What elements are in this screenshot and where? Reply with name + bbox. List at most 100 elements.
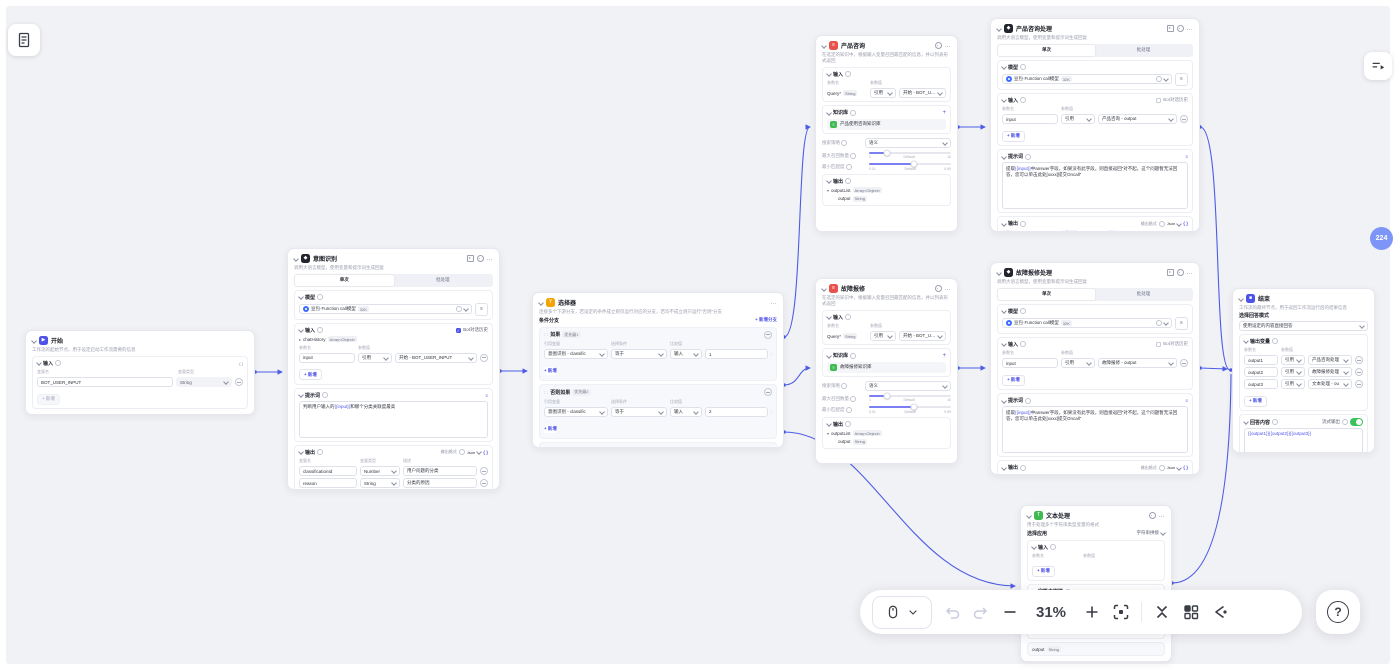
prompt-textarea[interactable]: 提取{{input}}中answer字段，如果没有此字段，则直接返回“对不起，这… [1002,406,1188,453]
cond-select[interactable]: 等于 [611,349,667,359]
bot-history-checkbox[interactable]: ✓ [456,328,462,334]
node-panel-icon[interactable] [1182,603,1200,621]
remove-row-icon[interactable] [1355,380,1363,388]
remove-branch-icon[interactable] [764,388,772,396]
node-product-kb[interactable]: ≡ 产品咨询 … 在选定的知识中，根据输入变量召回最匹配的信息，并以列表形式返回… [815,35,958,232]
output-type-select[interactable]: Number [360,466,400,476]
prompt-library-icon[interactable]: ≡ [485,393,488,398]
zoom-in-icon[interactable] [1083,603,1101,621]
node-start[interactable]: ▶ 开始 工作流的起始节点，用于设定启动工作流需要的信息 输入 { } 变量名 … [25,330,255,415]
collapse-all-icon[interactable] [1153,603,1171,621]
node-fault-kb[interactable]: ≡ 故障报修 … 在选定的知识中，根据输入变量召回最匹配的信息，并以列表形式返回… [815,278,958,464]
node-text-proc[interactable]: T 文本处理 … 用于处理多个字符串类型变量的格式 选择应用 字符串拼接 输入 … [1020,505,1172,662]
var-type-select[interactable]: String [176,377,232,387]
ref-value-select[interactable]: 开始 - BOT_USER [899,331,946,341]
more-icon[interactable]: … [1159,515,1166,517]
help-button[interactable]: ? [1316,590,1360,634]
collab-count-badge[interactable]: 224 [1370,227,1393,250]
remove-row-icon[interactable] [480,479,488,487]
zoom-out-icon[interactable] [1001,603,1019,621]
ref-value-select[interactable]: 开始 - BOT_USER_INPUT [395,353,477,363]
param-name-input[interactable]: input [1002,358,1058,368]
ref-mode-select[interactable]: 引用 [1281,367,1305,377]
add-param-button[interactable]: + 新增 [1002,131,1025,142]
output-var-name[interactable]: output3 [1244,379,1278,389]
more-icon[interactable]: … [1187,28,1194,30]
json-format-icon[interactable]: { } [1183,221,1188,226]
collapse-chevron-icon[interactable] [31,338,37,344]
prompt-textarea[interactable]: 提取{{input}}中answer字段，如果没有此字段，则直接返回“对不起，这… [1002,162,1188,209]
setting-icon[interactable] [935,285,942,292]
test-run-icon[interactable] [1167,269,1174,276]
tab-batch[interactable]: 批处理 [1095,289,1192,300]
remove-row-icon[interactable] [480,467,488,475]
output-name-input[interactable]: reason [299,478,357,488]
model-config-icon[interactable]: ≡ [1175,73,1188,86]
more-icon[interactable]: … [945,45,952,47]
collapse-chevron-icon[interactable] [1238,296,1244,302]
redo-icon[interactable] [972,603,990,621]
setting-icon[interactable] [935,42,942,49]
max-recall-slider[interactable]: 1Default10 [869,395,951,403]
pointer-mode-select[interactable] [872,596,932,629]
remove-row-icon[interactable] [480,354,488,362]
node-fault-llm[interactable]: ◆ 故障报修处理 … 调用大语言模型，使用变量和提示词生成回复 单次 批处理 模… [990,262,1200,475]
ref-value-select[interactable]: 文本处理 - ou [1308,379,1352,389]
prompt-library-icon[interactable]: ≡ [1185,398,1188,403]
more-icon[interactable]: … [487,258,494,260]
model-select[interactable]: 豆包·Function call模型 32K [1002,318,1172,328]
stepper-icon[interactable]: : [771,352,773,357]
tab-single[interactable]: 单次 [295,275,394,286]
drag-handle-icon[interactable]: : : [544,390,548,395]
test-run-icon[interactable] [467,255,474,262]
ref-value-select[interactable]: 故障报修 - output [1098,358,1177,368]
value-mode-select[interactable]: 输入 [670,407,702,417]
tree-expand-icon[interactable]: ▸ [299,337,301,342]
add-kb-icon[interactable]: + [942,110,946,116]
ref-var-select[interactable]: 意图识别 - classific [544,349,608,359]
add-output-var-button[interactable]: + 新增 [1244,396,1267,407]
stream-output-toggle[interactable] [1350,418,1363,426]
collapse-chevron-icon[interactable] [1026,513,1032,519]
remove-row-icon[interactable] [1180,359,1188,367]
answer-content-textarea[interactable]: {{output1}}{{output2}}{{output3}} [1244,428,1363,453]
more-icon[interactable]: … [1187,272,1194,274]
output-var-name[interactable]: output2 [1244,367,1278,377]
search-strategy-select[interactable]: 语义 [865,138,951,148]
value-mode-select[interactable]: 输入 [670,349,702,359]
stepper-icon[interactable]: : [771,409,773,414]
answer-mode-select[interactable]: 使用设定的内容直接回答 [1239,321,1368,331]
ref-mode-select[interactable]: 引用 [1061,114,1095,124]
undo-icon[interactable] [943,603,961,621]
remove-row-icon[interactable] [1355,368,1363,376]
output-desc-input[interactable]: 分类的原因 [403,478,477,488]
add-kb-icon[interactable]: + [942,353,946,359]
add-condition-button[interactable]: + 新增 [544,425,557,433]
bot-history-checkbox[interactable] [1156,98,1162,104]
tree-expand-icon[interactable]: ▾ [827,188,829,193]
output-format-value[interactable]: Json [1167,221,1175,226]
model-config-icon[interactable]: ≡ [1175,317,1188,330]
cond-select[interactable]: 等于 [611,407,667,417]
min-match-slider[interactable]: 0.01Default0.99 [869,163,951,171]
kb-item[interactable]: ≡ 故障报修知识库 [827,362,946,373]
min-match-slider[interactable]: 0.01Default0.99 [869,406,951,414]
tab-batch[interactable]: 批处理 [394,275,493,286]
ref-value-select[interactable]: 产品咨询 - output [1098,114,1177,124]
panel-toggle-button[interactable] [1364,52,1392,80]
tab-single[interactable]: 单次 [998,45,1095,56]
model-select[interactable]: 豆包·Function call模型 32K [299,304,472,314]
node-end[interactable]: ■ 结束 工作流的最终节点，用于返回工作流运行后的结果信息 选择回答模式 使用设… [1232,288,1375,453]
prompt-textarea[interactable]: 判断用户输入的{{input}}和哪个分类关联度最高 [299,401,488,438]
auto-layout-icon[interactable] [1211,603,1229,621]
fit-view-icon[interactable] [1112,603,1130,621]
ref-mode-select[interactable]: 引用 [1281,355,1305,365]
ref-value-select[interactable]: 产品咨询处理 [1308,355,1352,365]
kb-item[interactable]: ≡ 产品使用咨询知识库 [827,119,946,130]
ref-mode-select[interactable]: 引用 [1061,358,1095,368]
node-selector[interactable]: Y 选择器 … 连接多个下游分支，若设定的条件成立则仅运行对应的分支，若均不成立… [532,292,784,448]
output-var-name[interactable]: output1 [1244,355,1278,365]
section-chevron-icon[interactable] [298,295,304,301]
workflow-doc-button[interactable] [8,24,40,56]
section-chevron-icon[interactable] [298,328,304,334]
